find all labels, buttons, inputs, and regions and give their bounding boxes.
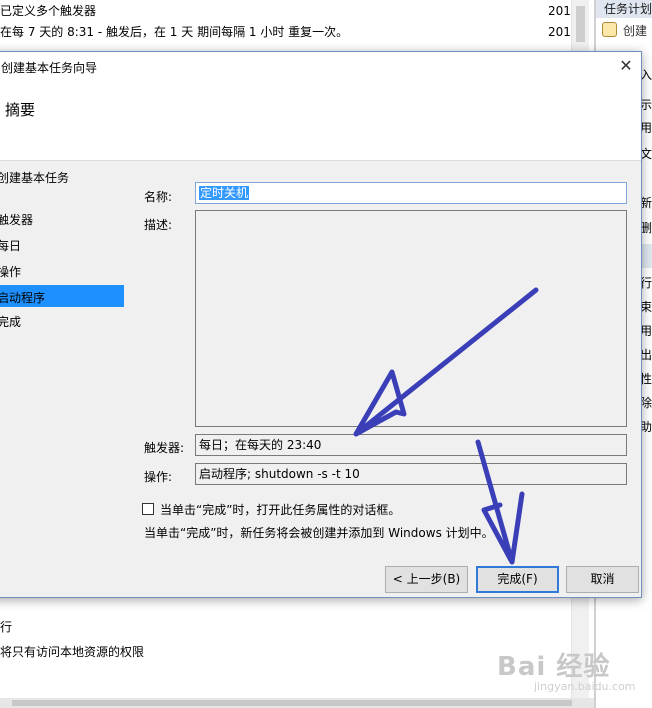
create-task-action[interactable]: 创建 [602,22,647,39]
close-icon[interactable]: ✕ [611,52,641,82]
task-year-text: 201 [548,4,571,18]
clock-icon [602,22,617,37]
dialog-titlebar[interactable]: 创建基本任务向导 ✕ [0,52,641,82]
baidu-watermark: Bai 经验 [497,652,611,682]
trigger-label: 触发器: [144,441,185,455]
finish-info-text: 当单击“完成”时，新任务将会被创建并添加到 Windows 计划中。 [144,526,494,540]
dialog-title: 创建基本任务向导 [1,61,98,75]
open-properties-checkbox[interactable] [142,503,154,515]
step-trigger: 触发器 [0,213,34,227]
name-label: 名称: [144,190,173,204]
back-button[interactable]: < 上一步(B) [385,566,468,593]
create-basic-task-wizard: 创建基本任务向导 ✕ 摘要 创建基本任务 触发器 每日 操作 启动程序 完成 名… [0,51,642,598]
action-field: 启动程序; shutdown -s -t 10 [195,463,627,485]
description-field[interactable] [195,210,627,427]
scrollbar-thumb[interactable] [12,700,572,706]
background-general-text: 将只有访问本地资源的权限 [0,645,145,659]
trigger-field: 每日；在每天的 23:40 [195,434,627,456]
step-daily: 每日 [0,239,22,253]
background-general-text: 行 [0,620,13,634]
name-value: 定时关机 [199,186,250,200]
step-finish: 完成 [0,315,22,329]
create-task-label: 创建 [623,24,648,38]
name-field[interactable]: 定时关机 [195,182,627,204]
finish-button[interactable]: 完成(F) [476,566,559,593]
step-create-task: 创建基本任务 [0,171,70,185]
task-trigger-text: 已定义多个触发器 [0,4,97,18]
task-trigger-text: 在每 7 天的 8:31 - 触发后，在 1 天 期间每隔 1 小时 重复一次。 [0,25,349,39]
page-heading: 摘要 [5,101,36,119]
cancel-button[interactable]: 取消 [566,566,639,593]
baidu-watermark-url: jingyan.baidu.com [534,680,636,693]
scrollbar-thumb[interactable] [576,6,585,42]
step-action: 操作 [0,265,22,279]
task-year-text: 201 [548,25,571,39]
dialog-header: 摘要 [0,82,641,161]
wizard-steps: 创建基本任务 触发器 每日 操作 启动程序 完成 [0,161,129,561]
description-label: 描述: [144,218,173,232]
action-label: 操作: [144,470,173,484]
open-properties-label[interactable]: 当单击“完成”时，打开此任务属性的对话框。 [160,501,400,518]
horizontal-scrollbar[interactable] [0,698,594,708]
step-start-program: 启动程序 [0,291,46,305]
actions-pane-header: 任务计划 [596,0,652,18]
